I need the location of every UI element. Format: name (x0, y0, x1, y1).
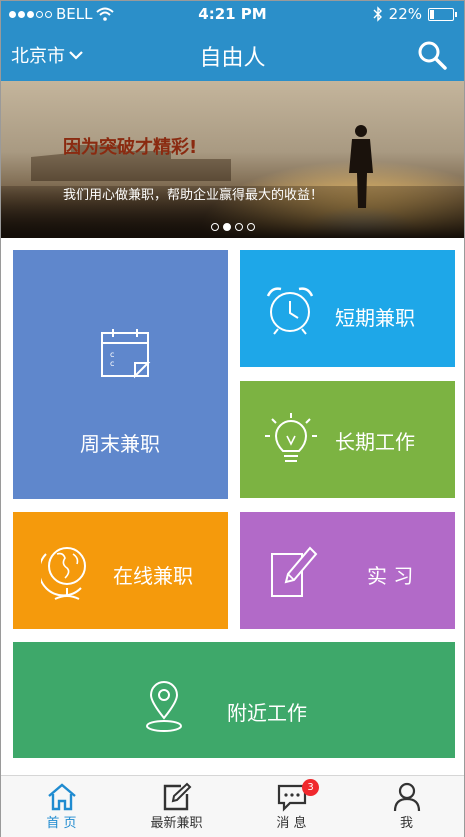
tile-label: 长期工作 (335, 430, 415, 454)
tab-label: 最新兼职 (150, 816, 203, 831)
banner-page-dot[interactable] (222, 223, 231, 231)
edit-icon (271, 546, 318, 597)
banner-slogan: 因为突破才精彩! (63, 137, 198, 158)
tab-label: 消 息 (276, 816, 307, 831)
banner-page-dot[interactable] (234, 223, 243, 231)
battery-icon (428, 7, 457, 21)
search-icon[interactable] (416, 39, 448, 71)
tab-messages[interactable]: 3 消 息 (234, 776, 349, 837)
top-navigation-bar: 北京市 自由人 (1, 28, 464, 81)
tile-label: 附近工作 (227, 701, 307, 725)
calendar-icon: c c (101, 329, 151, 379)
svg-text:c: c (110, 359, 114, 368)
bottom-tab-bar: 首 页 最新兼职 3 消 息 我 (1, 775, 464, 837)
tile-internship[interactable]: 实 习 (240, 512, 455, 629)
battery-percent: 22% (388, 5, 422, 23)
tile-short-term-jobs[interactable]: 短期兼职 (240, 250, 455, 367)
banner-subtitle: 我们用心做兼职，帮助企业赢得最大的收益！ (63, 188, 324, 203)
tile-label: 在线兼职 (113, 564, 193, 588)
tile-weekend-jobs[interactable]: c c 周末兼职 (13, 250, 228, 499)
location-pin-icon (146, 681, 182, 732)
walking-person-silhouette (349, 125, 373, 208)
tile-label: 短期兼职 (335, 306, 415, 330)
status-bar: BELL 4:21 PM 22% (1, 1, 464, 28)
user-icon (393, 782, 420, 812)
bluetooth-icon (373, 6, 382, 22)
tile-online-jobs[interactable]: 在线兼职 (13, 512, 228, 629)
tab-latest-jobs[interactable]: 最新兼职 (119, 776, 234, 837)
status-right: 22% (373, 5, 457, 23)
tile-long-term-work[interactable]: 长期工作 (240, 381, 455, 498)
promo-banner[interactable]: 因为突破才精彩! 我们用心做兼职，帮助企业赢得最大的收益！ (1, 81, 464, 238)
alarm-clock-icon (266, 287, 314, 335)
tab-home[interactable]: 首 页 (4, 776, 119, 837)
banner-page-dot[interactable] (210, 223, 219, 231)
home-icon (47, 783, 76, 811)
svg-text:c: c (110, 350, 114, 359)
compose-icon (163, 782, 191, 811)
tab-label: 我 (399, 816, 413, 831)
page-title: 自由人 (199, 46, 266, 71)
banner-page-indicator (1, 223, 464, 231)
unread-badge: 3 (302, 779, 319, 796)
tab-label: 首 页 (46, 816, 77, 831)
banner-page-dot[interactable] (246, 223, 255, 231)
globe-icon (41, 547, 86, 600)
tab-me[interactable]: 我 (349, 776, 464, 837)
tile-nearby-work[interactable]: 附近工作 (13, 642, 455, 758)
tile-label: 实 习 (367, 564, 414, 588)
tile-label: 周末兼职 (80, 432, 160, 456)
lightbulb-icon (265, 413, 317, 462)
